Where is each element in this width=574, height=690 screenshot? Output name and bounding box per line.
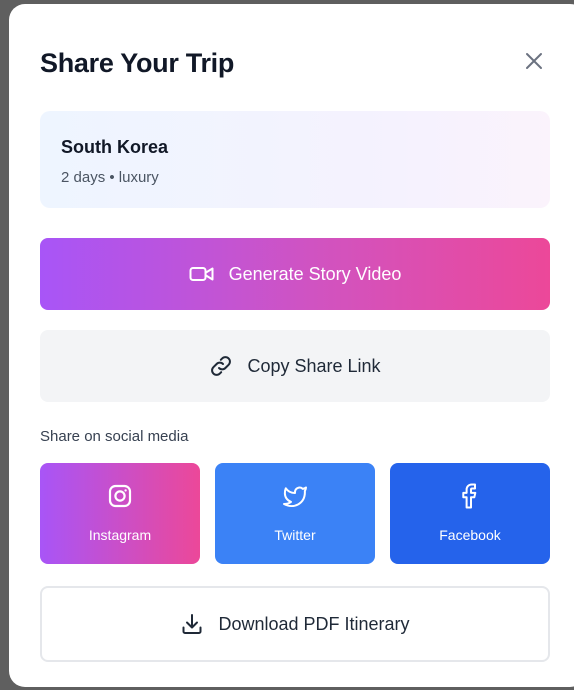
trip-summary-card: South Korea 2 days • luxury: [40, 111, 550, 208]
instagram-icon: [107, 482, 133, 510]
trip-destination: South Korea: [61, 137, 169, 157]
twitter-icon: [281, 482, 309, 510]
generate-story-video-label: Generate Story Video: [228, 263, 402, 284]
download-pdf-label: Download PDF Itinerary: [218, 613, 410, 634]
instagram-label: Instagram: [88, 527, 152, 543]
video-camera-icon: [189, 265, 215, 283]
copy-share-link-button[interactable]: Copy Share Link: [40, 330, 550, 402]
link-icon: [209, 354, 233, 378]
facebook-icon: [460, 482, 480, 510]
share-instagram-button[interactable]: Instagram: [40, 463, 200, 564]
social-heading: Share on social media: [40, 428, 189, 445]
facebook-label: Facebook: [439, 527, 501, 543]
download-pdf-button[interactable]: Download PDF Itinerary: [40, 586, 550, 662]
close-icon: [523, 50, 545, 77]
copy-share-link-label: Copy Share Link: [247, 355, 381, 376]
download-icon: [180, 612, 204, 636]
trip-meta: 2 days • luxury: [61, 169, 159, 186]
share-trip-modal: Share Your Trip South Korea 2 days • lux…: [9, 4, 574, 687]
modal-title: Share Your Trip: [40, 48, 235, 78]
close-button[interactable]: [519, 48, 549, 78]
generate-story-video-button[interactable]: Generate Story Video: [40, 238, 550, 310]
share-twitter-button[interactable]: Twitter: [215, 463, 375, 564]
share-facebook-button[interactable]: Facebook: [390, 463, 550, 564]
twitter-label: Twitter: [274, 527, 316, 543]
